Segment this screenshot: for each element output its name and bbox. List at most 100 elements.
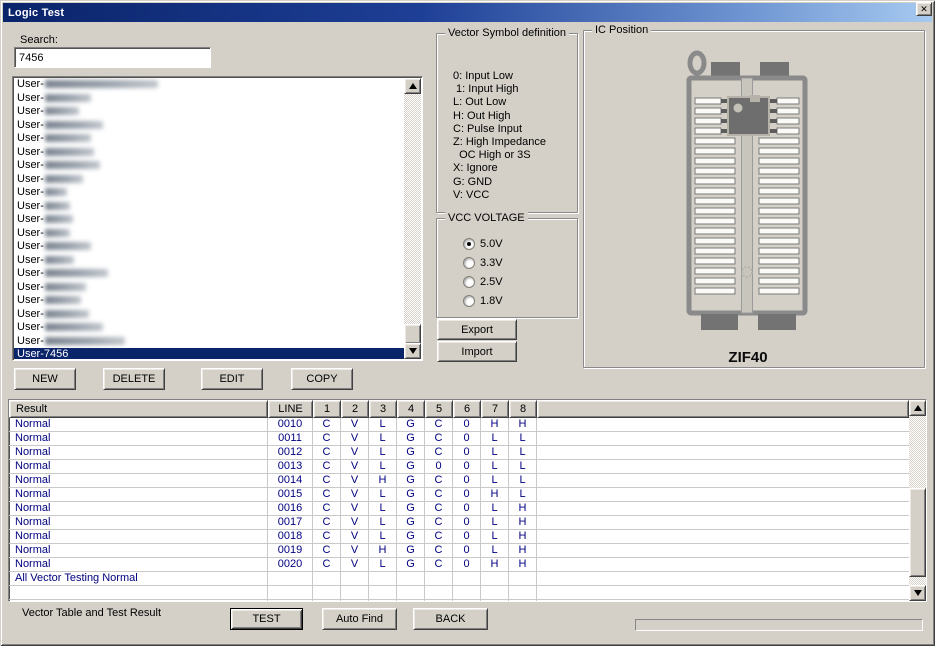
- user-listbox[interactable]: User-User-User-User-User-User-User-User-…: [12, 76, 423, 361]
- table-row[interactable]: Normal0015CVLGC0HL: [9, 488, 909, 502]
- table-row[interactable]: Normal0016CVLGC0LH: [9, 502, 909, 516]
- test-button[interactable]: TEST: [230, 608, 303, 630]
- export-button[interactable]: Export: [437, 319, 517, 340]
- list-item[interactable]: User-: [14, 146, 404, 160]
- auto-find-button[interactable]: Auto Find: [322, 608, 397, 630]
- list-item[interactable]: User-: [14, 159, 404, 173]
- list-item[interactable]: User-: [14, 173, 404, 187]
- list-item[interactable]: User-: [14, 254, 404, 268]
- scroll-down-button[interactable]: [404, 343, 421, 359]
- back-button[interactable]: BACK: [413, 608, 488, 630]
- socket-lever-icon: [690, 53, 704, 73]
- pin-cell: G: [397, 460, 425, 474]
- pin-cell: C: [313, 460, 341, 474]
- delete-button[interactable]: DELETE: [103, 368, 165, 390]
- list-item[interactable]: User-: [14, 213, 404, 227]
- radio-icon[interactable]: [463, 295, 475, 307]
- scrollbar-thumb[interactable]: [404, 324, 421, 344]
- radio-icon[interactable]: [463, 238, 475, 250]
- list-item[interactable]: User-: [14, 78, 404, 92]
- column-header-7[interactable]: 7: [481, 400, 509, 418]
- pin-cell: 0: [453, 488, 481, 502]
- table-row[interactable]: Normal0010CVLGC0HH: [9, 418, 909, 432]
- result-table-header[interactable]: ResultLINE12345678: [9, 400, 909, 418]
- titlebar[interactable]: Logic Test: [3, 3, 932, 22]
- pin-cell: [453, 572, 481, 586]
- pin-cell: L: [369, 516, 397, 530]
- list-item[interactable]: User-: [14, 119, 404, 133]
- vcc-voltage-group-title: VCC VOLTAGE: [445, 212, 528, 224]
- table-scroll-down-button[interactable]: [909, 585, 926, 601]
- list-item[interactable]: User-: [14, 308, 404, 322]
- column-header-5[interactable]: 5: [425, 400, 453, 418]
- table-scrollbar-thumb[interactable]: [909, 488, 926, 577]
- list-item[interactable]: User-: [14, 240, 404, 254]
- pin-cell: [509, 572, 537, 586]
- list-item[interactable]: User-: [14, 132, 404, 146]
- list-item[interactable]: User-: [14, 335, 404, 349]
- edit-button[interactable]: EDIT: [201, 368, 263, 390]
- list-item[interactable]: User-: [14, 200, 404, 214]
- new-button[interactable]: NEW: [14, 368, 76, 390]
- list-item[interactable]: User-: [14, 92, 404, 106]
- redacted-text: [45, 283, 86, 291]
- import-button[interactable]: Import: [437, 341, 517, 362]
- column-header-8[interactable]: 8: [509, 400, 537, 418]
- table-row[interactable]: Normal0017CVLGC0LH: [9, 516, 909, 530]
- column-header-6[interactable]: 6: [453, 400, 481, 418]
- list-item[interactable]: User-7456: [14, 348, 404, 359]
- table-row[interactable]: Normal0020CVLGC0HH: [9, 558, 909, 572]
- column-header-1[interactable]: 1: [313, 400, 341, 418]
- result-table[interactable]: ResultLINE12345678 Normal0010CVLGC0HHNor…: [8, 399, 927, 602]
- table-row[interactable]: Normal0019CVHGC0LH: [9, 544, 909, 558]
- vector-symbol-line: L: Out Low: [453, 96, 546, 109]
- pin-cell: L: [369, 432, 397, 446]
- radio-icon[interactable]: [463, 276, 475, 288]
- search-input[interactable]: [14, 47, 211, 68]
- table-row[interactable]: Normal0012CVLGC0LL: [9, 446, 909, 460]
- radio-icon[interactable]: [463, 257, 475, 269]
- vcc-option-3.3V[interactable]: 3.3V: [463, 256, 503, 270]
- copy-button[interactable]: COPY: [291, 368, 353, 390]
- list-item[interactable]: User-: [14, 281, 404, 295]
- column-header-result[interactable]: Result: [9, 400, 268, 418]
- list-item-label: User-: [17, 213, 44, 225]
- table-row[interactable]: [9, 586, 909, 600]
- vcc-option-2.5V[interactable]: 2.5V: [463, 275, 503, 289]
- table-scrollbar[interactable]: [909, 400, 926, 601]
- list-item[interactable]: User-: [14, 267, 404, 281]
- pin-cell: [425, 586, 453, 600]
- pin-cell: G: [397, 446, 425, 460]
- column-header-4[interactable]: 4: [397, 400, 425, 418]
- table-row[interactable]: Normal0018CVLGC0LH: [9, 530, 909, 544]
- table-row[interactable]: All Vector Testing Normal: [9, 572, 909, 586]
- list-item[interactable]: User-: [14, 105, 404, 119]
- table-row[interactable]: Normal0014CVHGC0LL: [9, 474, 909, 488]
- column-header-line[interactable]: LINE: [268, 400, 313, 418]
- table-row[interactable]: Normal0013CVLG00LL: [9, 460, 909, 474]
- scroll-up-button[interactable]: [404, 78, 421, 94]
- table-scroll-up-button[interactable]: [909, 400, 926, 416]
- redacted-text: [45, 107, 79, 115]
- pin-cell: 0: [453, 474, 481, 488]
- line-cell: 0017: [268, 516, 313, 530]
- list-item[interactable]: User-: [14, 321, 404, 335]
- list-item[interactable]: User-: [14, 186, 404, 200]
- pin-cell: [453, 600, 481, 601]
- pin-cell: 0: [425, 460, 453, 474]
- vcc-option-1.8V[interactable]: 1.8V: [463, 294, 503, 308]
- table-row[interactable]: [9, 600, 909, 601]
- table-row[interactable]: Normal0011CVLGC0LL: [9, 432, 909, 446]
- redacted-text: [45, 94, 91, 102]
- pin-cell: [425, 572, 453, 586]
- column-header-3[interactable]: 3: [369, 400, 397, 418]
- column-header-2[interactable]: 2: [341, 400, 369, 418]
- close-button[interactable]: ✕: [916, 2, 932, 16]
- list-item[interactable]: User-: [14, 227, 404, 241]
- list-item-label: User-: [17, 186, 44, 198]
- vcc-option-5.0V[interactable]: 5.0V: [463, 237, 503, 251]
- list-item[interactable]: User-: [14, 294, 404, 308]
- pin-cell: C: [313, 418, 341, 432]
- list-scrollbar[interactable]: [404, 78, 421, 359]
- vector-symbol-line: C: Pulse Input: [453, 123, 546, 136]
